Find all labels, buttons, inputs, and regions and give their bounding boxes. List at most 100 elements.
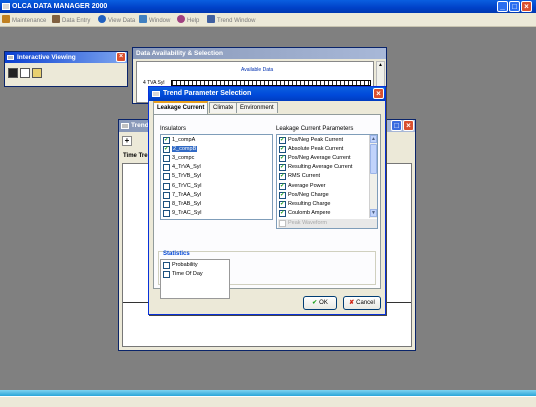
checkbox[interactable]	[163, 271, 170, 279]
tab-climate[interactable]: Climate	[209, 102, 238, 113]
app-title: OLCA DATA MANAGER 2000	[12, 3, 108, 10]
insulators-label: Insulators	[160, 126, 187, 132]
interactive-viewing-title-bar: Interactive Viewing ×	[5, 52, 127, 63]
parameter-row[interactable]: ✓ Pos/Neg Average Current	[278, 154, 376, 163]
data-availability-title-bar: Data Availability & Selection	[133, 48, 386, 59]
parameter-row-disabled: Peak Waveform	[278, 219, 377, 228]
parameters-scrollbar[interactable]: ▲ ▼	[369, 135, 377, 218]
trend-close-button[interactable]: ×	[403, 120, 414, 131]
parameter-row[interactable]: ✓ RMS Current	[278, 172, 376, 181]
checkbox[interactable]: ✓	[279, 200, 286, 208]
database-icon	[52, 15, 60, 23]
insulator-row[interactable]: 6_TrVC_Syl	[162, 182, 271, 191]
parameters-list[interactable]: ✓ Pos/Neg Peak Current ✓ Absolute Peak Curr…	[276, 134, 378, 229]
save-icon[interactable]	[8, 68, 18, 78]
checkbox[interactable]: ✓	[279, 146, 286, 154]
window-icon	[139, 15, 147, 23]
insulator-row[interactable]: ✓ 2_compB	[162, 145, 271, 154]
scroll-up-icon[interactable]: ▲	[370, 135, 377, 143]
checkbox[interactable]	[163, 209, 170, 217]
maximize-button[interactable]: □	[509, 1, 520, 12]
minimize-button[interactable]: _	[497, 1, 508, 12]
interactive-viewing-title: Interactive Viewing	[17, 54, 76, 61]
checkmark-icon: ✔	[312, 300, 318, 306]
chart-icon	[207, 15, 215, 23]
menu-data-entry[interactable]: Data Entry	[52, 15, 90, 25]
interactive-close-button[interactable]: ×	[116, 52, 126, 62]
open-folder-icon[interactable]	[32, 68, 42, 78]
checkbox[interactable]: ✓	[279, 155, 286, 163]
checkbox[interactable]: ✓	[279, 173, 286, 181]
statistics-row[interactable]: Time Of Day	[162, 270, 228, 279]
insulator-row[interactable]: ✓ 1_compA	[162, 136, 271, 145]
menu-maintenance[interactable]: Maintenance	[2, 15, 46, 25]
insulator-row[interactable]: 8_TrAB_Syl	[162, 200, 271, 209]
data-availability-title: Data Availability & Selection	[136, 50, 223, 57]
leakage-current-panel: Insulators ✓ 1_compA ✓ 2_compB 3_compc 4_TrVA…	[153, 114, 381, 299]
insulator-row[interactable]: 9_TrAC_Syl	[162, 209, 271, 218]
dialog-close-button[interactable]: ×	[373, 88, 384, 99]
checkbox[interactable]	[163, 182, 170, 190]
menu-window[interactable]: Window	[139, 15, 170, 25]
scroll-up-icon[interactable]: ▲	[377, 62, 384, 69]
menu-help[interactable]: Help	[177, 15, 199, 25]
parameter-row[interactable]: ✓ Pos/Neg Charge	[278, 191, 376, 200]
close-button[interactable]: ×	[521, 1, 532, 12]
parameter-row[interactable]: ✓ Resulting Charge	[278, 200, 376, 209]
parameter-row[interactable]: ✓ Pos/Neg Peak Current	[278, 136, 376, 145]
parameters-label: Leakage Current Parameters	[276, 126, 354, 132]
time-trend-label: Time Tre	[123, 153, 148, 159]
checkbox[interactable]	[163, 155, 170, 163]
add-trend-button[interactable]: +	[122, 136, 132, 146]
parameter-row[interactable]: ✓ Resulting Average Current	[278, 163, 376, 172]
checkbox	[279, 220, 286, 227]
checkbox[interactable]: ✓	[163, 146, 170, 154]
checkbox[interactable]: ✓	[163, 137, 170, 144]
trend-maximize-button[interactable]: □	[391, 120, 402, 131]
globe-icon	[98, 15, 106, 23]
statistics-group: Statistics Probability Time Of Day	[158, 251, 376, 299]
parameter-row[interactable]: ✓ Average Power	[278, 182, 376, 191]
tab-leakage-current[interactable]: Leakage Current	[153, 101, 209, 114]
checkbox[interactable]	[163, 262, 170, 269]
parameter-row[interactable]: ✓ Absolute Peak Current	[278, 145, 376, 154]
insulators-list[interactable]: ✓ 1_compA ✓ 2_compB 3_compc 4_TrVA_Syl 5_TrVB_…	[160, 134, 273, 220]
tab-environment[interactable]: Environment	[236, 102, 278, 113]
scroll-down-icon[interactable]: ▼	[370, 209, 377, 217]
insulator-row[interactable]: 7_TrAA_Syl	[162, 191, 271, 200]
menu-bar: Maintenance Data Entry View Data Window …	[0, 13, 536, 27]
statistics-label: Statistics	[163, 251, 190, 257]
statistics-list[interactable]: Probability Time Of Day	[160, 259, 230, 299]
wrench-icon	[2, 15, 10, 23]
window-icon	[152, 91, 160, 97]
insulator-row[interactable]: 5_TrVB_Syl	[162, 172, 271, 181]
checkbox[interactable]: ✓	[279, 182, 286, 190]
statistics-row[interactable]: Probability	[162, 261, 228, 270]
dialog-title-bar: Trend Parameter Selection ×	[149, 87, 385, 101]
menu-trend-window[interactable]: Trend Window	[207, 15, 255, 25]
scroll-thumb[interactable]	[370, 144, 377, 174]
checkbox[interactable]	[163, 200, 170, 208]
checkbox[interactable]: ✓	[279, 209, 286, 217]
cancel-button[interactable]: ✘ Cancel	[343, 296, 381, 310]
menu-view-data[interactable]: View Data	[98, 15, 135, 25]
available-data-header: Available Data	[241, 67, 274, 73]
app-title-bar: OLCA DATA MANAGER 2000 _ □ ×	[0, 0, 536, 13]
parameter-row[interactable]: ✓ Coulomb Ampere	[278, 209, 376, 218]
checkbox[interactable]	[163, 173, 170, 181]
window-icon	[121, 123, 129, 129]
new-document-icon[interactable]	[20, 68, 30, 78]
checkbox[interactable]: ✓	[279, 137, 286, 144]
trend-window-title: Trend	[131, 122, 149, 129]
checkbox[interactable]	[163, 191, 170, 199]
help-icon	[177, 15, 185, 23]
checkbox[interactable]	[163, 164, 170, 172]
dialog-title: Trend Parameter Selection	[163, 90, 252, 97]
insulator-row[interactable]: 4_TrVA_Syl	[162, 163, 271, 172]
app-icon	[2, 3, 10, 10]
insulator-row[interactable]: 3_compc	[162, 154, 271, 163]
checkbox[interactable]: ✓	[279, 164, 286, 172]
checkbox[interactable]: ✓	[279, 191, 286, 199]
ok-button[interactable]: ✔ OK	[303, 296, 337, 310]
window-icon	[7, 55, 14, 60]
